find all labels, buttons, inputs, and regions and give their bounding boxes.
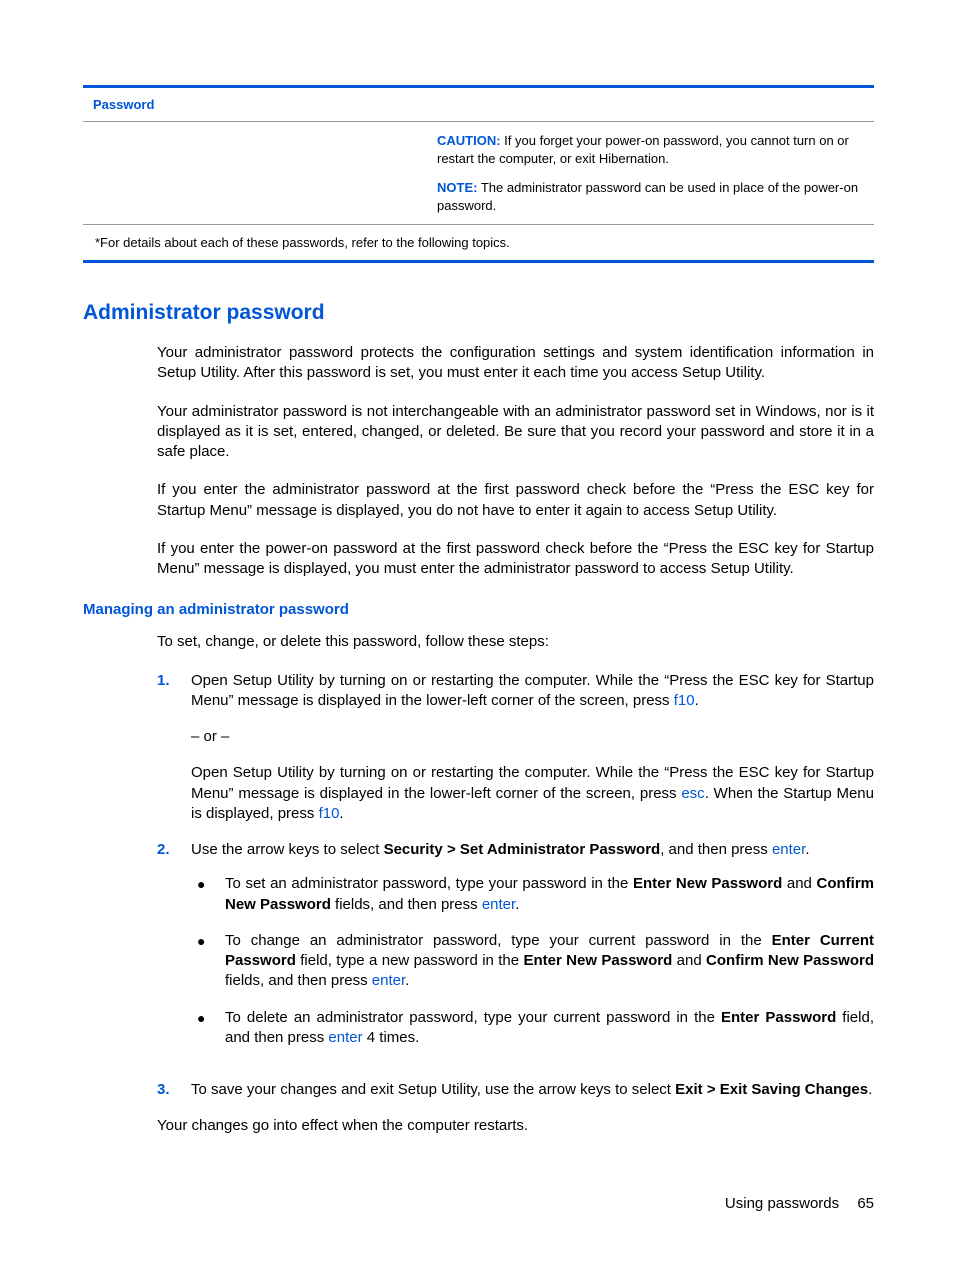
step-3: 3. To save your changes and exit Setup U… — [157, 1080, 874, 1100]
note-text: The administrator password can be used i… — [437, 180, 858, 213]
page-footer: Using passwords 65 — [725, 1195, 874, 1212]
table-header-row: Password — [83, 88, 874, 122]
or-separator: – or – — [191, 727, 874, 747]
text: field, type a new password in the — [296, 952, 524, 969]
heading-administrator-password: Administrator password — [83, 301, 874, 325]
paragraph-4: If you enter the power-on password at th… — [157, 539, 874, 580]
text: To set an administrator password, type y… — [225, 875, 633, 892]
text: . — [515, 896, 519, 913]
text: . — [868, 1081, 872, 1098]
bullet-set-password: ● To set an administrator password, type… — [197, 874, 874, 915]
bullet-change-password: ● To change an administrator password, t… — [197, 931, 874, 992]
footer-section-label: Using passwords — [725, 1195, 839, 1212]
ordered-steps: 1. Open Setup Utility by turning on or r… — [157, 671, 874, 1101]
bullet-list: ● To set an administrator password, type… — [191, 874, 874, 1048]
table-cell-left — [83, 122, 437, 224]
key-f10: f10 — [319, 805, 340, 822]
step-2: 2. Use the arrow keys to select Security… — [157, 840, 874, 1064]
text: . — [405, 972, 409, 989]
text: . — [339, 805, 343, 822]
text: To change an administrator password, typ… — [225, 932, 772, 949]
text: and — [782, 875, 816, 892]
paragraph-3: If you enter the administrator password … — [157, 480, 874, 521]
step-1: 1. Open Setup Utility by turning on or r… — [157, 671, 874, 825]
text: fields, and then press — [225, 972, 372, 989]
text: 4 times. — [363, 1029, 420, 1046]
field-name: Confirm New Password — [706, 952, 874, 969]
text: To save your changes and exit Setup Util… — [191, 1081, 675, 1098]
text: To delete an administrator password, typ… — [225, 1009, 721, 1026]
text: and — [672, 952, 706, 969]
note-label: NOTE: — [437, 180, 477, 195]
text: Open Setup Utility by turning on or rest… — [191, 672, 874, 709]
text: . — [805, 841, 809, 858]
bullet-icon: ● — [197, 931, 225, 992]
caution-block: CAUTION: If you forget your power-on pas… — [437, 132, 866, 167]
text: . — [695, 692, 699, 709]
text: Use the arrow keys to select — [191, 841, 384, 858]
step-number: 3. — [157, 1080, 191, 1100]
closing-paragraph: Your changes go into effect when the com… — [157, 1116, 874, 1136]
bullet-icon: ● — [197, 1008, 225, 1049]
table-footnote: *For details about each of these passwor… — [83, 225, 874, 260]
field-name: Enter New Password — [633, 875, 782, 892]
paragraph-2: Your administrator password is not inter… — [157, 402, 874, 463]
step-content: Use the arrow keys to select Security > … — [191, 840, 874, 1064]
bullet-content: To change an administrator password, typ… — [225, 931, 874, 992]
menu-path: Exit > Exit Saving Changes — [675, 1081, 868, 1098]
step-number: 2. — [157, 840, 191, 1064]
bullet-icon: ● — [197, 874, 225, 915]
table-cell-right: CAUTION: If you forget your power-on pas… — [437, 122, 874, 224]
key-enter: enter — [772, 841, 805, 858]
key-esc: esc — [681, 785, 704, 802]
step-content: To save your changes and exit Setup Util… — [191, 1080, 874, 1100]
step-number: 1. — [157, 671, 191, 825]
key-enter: enter — [328, 1029, 362, 1046]
caution-label: CAUTION: — [437, 133, 501, 148]
field-name: Enter Password — [721, 1009, 836, 1026]
table-body-row: CAUTION: If you forget your power-on pas… — [83, 122, 874, 225]
key-enter: enter — [372, 972, 405, 989]
key-f10: f10 — [674, 692, 695, 709]
step-alt: Open Setup Utility by turning on or rest… — [191, 763, 874, 824]
table-header-password: Password — [93, 97, 154, 112]
menu-path: Security > Set Administrator Password — [384, 841, 661, 858]
heading-managing-admin-password: Managing an administrator password — [83, 601, 874, 618]
password-table: Password CAUTION: If you forget your pow… — [83, 85, 874, 263]
paragraph-1: Your administrator password protects the… — [157, 343, 874, 384]
field-name: Enter New Password — [523, 952, 672, 969]
steps-intro: To set, change, or delete this password,… — [157, 632, 874, 652]
text: , and then press — [660, 841, 772, 858]
page-number: 65 — [857, 1195, 874, 1212]
step-content: Open Setup Utility by turning on or rest… — [191, 671, 874, 825]
bullet-content: To set an administrator password, type y… — [225, 874, 874, 915]
bullet-delete-password: ● To delete an administrator password, t… — [197, 1008, 874, 1049]
key-enter: enter — [482, 896, 515, 913]
bullet-content: To delete an administrator password, typ… — [225, 1008, 874, 1049]
text: fields, and then press — [331, 896, 482, 913]
note-block: NOTE: The administrator password can be … — [437, 179, 866, 214]
